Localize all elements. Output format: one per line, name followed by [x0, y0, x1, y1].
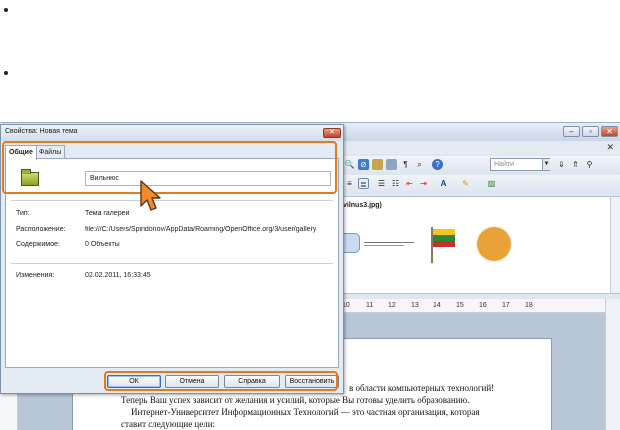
- close-window-button[interactable]: ✕: [601, 126, 618, 137]
- document-line: ставит следующие цели:: [121, 419, 216, 429]
- location-value: file:///C:/Users/Spiridonov/AppData/Roam…: [85, 226, 317, 233]
- find-input[interactable]: Найти: [490, 158, 550, 171]
- modified-label: Изменения:: [16, 272, 55, 279]
- highlight-frame: [2, 141, 337, 194]
- chevron-down-icon[interactable]: ▼: [542, 159, 550, 170]
- gallery-file-name: vilnus3.jpg): [343, 202, 382, 209]
- ruler-tick: 18: [525, 302, 533, 309]
- standard-toolbar: 🔍 ⊘ ¶ ⌕ ? Найти ▼ ⇓ ⇑ ⚲: [340, 156, 620, 174]
- divider: [11, 200, 333, 201]
- highlighting-icon[interactable]: ✎: [460, 178, 471, 189]
- horizontal-ruler: 10 11 12 13 14 15 16 17 18: [340, 299, 605, 313]
- highlight-frame: [104, 371, 338, 391]
- find-previous-icon[interactable]: ⇑: [570, 159, 581, 170]
- ruler-tick: 12: [388, 302, 396, 309]
- maximize-button[interactable]: ▫: [582, 126, 599, 137]
- document-line: в области компьютерных технологий!: [349, 383, 495, 393]
- ruler-tick: 11: [366, 302, 374, 309]
- document-line: Теперь Ваш успех зависит от желания и ус…: [121, 395, 470, 405]
- formatting-toolbar: ≡ ≣ ☰ ☷ ⇤ ⇥ A ✎ ▨: [340, 175, 620, 193]
- find-replace-icon[interactable]: ⚲: [584, 159, 595, 170]
- bullets-icon[interactable]: ☷: [390, 178, 401, 189]
- ruler-tick: 16: [479, 302, 487, 309]
- background-color-icon[interactable]: ▨: [486, 178, 497, 189]
- align-justify-icon[interactable]: ≡: [344, 178, 355, 189]
- align-block-icon[interactable]: ≣: [358, 178, 369, 189]
- tab-general[interactable]: Общие: [5, 145, 37, 160]
- help-icon[interactable]: ?: [432, 159, 443, 170]
- type-value: Тема галереи: [85, 210, 130, 217]
- gallery-scrollbar[interactable]: [610, 197, 620, 293]
- dialog-title: Свойства: Новая тема: [5, 128, 78, 135]
- gallery-item-document[interactable]: [364, 237, 414, 251]
- decrease-indent-icon[interactable]: ⇤: [404, 178, 415, 189]
- dialog-titlebar: Свойства: Новая тема ✕: [1, 125, 343, 141]
- increase-indent-icon[interactable]: ⇥: [418, 178, 429, 189]
- close-document-icon[interactable]: ✕: [606, 142, 614, 153]
- minimize-button[interactable]: –: [563, 126, 580, 137]
- bullet-point: [4, 8, 8, 12]
- gallery-icon[interactable]: [372, 159, 383, 170]
- mouse-cursor-icon: [140, 180, 161, 211]
- gallery-item-flag[interactable]: [428, 227, 456, 263]
- contents-label: Содержимое:: [16, 241, 60, 248]
- zoom-icon[interactable]: ⌕: [414, 159, 425, 170]
- numbering-icon[interactable]: ☰: [376, 178, 387, 189]
- navigator-icon[interactable]: ⊘: [358, 159, 369, 170]
- bullet-point: [4, 71, 8, 75]
- find-next-icon[interactable]: ⇓: [556, 159, 567, 170]
- datasources-icon[interactable]: [386, 159, 397, 170]
- vertical-scrollbar[interactable]: [605, 299, 620, 430]
- ruler-tick: 14: [433, 302, 441, 309]
- type-label: Тип:: [16, 210, 30, 217]
- modified-value: 02.02.2011, 16:33:45: [85, 272, 151, 279]
- ruler-tick: 13: [411, 302, 419, 309]
- divider: [11, 263, 333, 264]
- font-color-icon[interactable]: A: [438, 178, 449, 189]
- formatting-marks-icon[interactable]: ¶: [400, 159, 411, 170]
- gallery-panel: vilnus3.jpg): [340, 196, 620, 294]
- ruler-tick: 17: [502, 302, 510, 309]
- dialog-close-button[interactable]: ✕: [323, 128, 341, 138]
- contents-value: 0 Объекты: [85, 241, 120, 248]
- document-line: Интернет-Университет Информационных Техн…: [131, 407, 480, 417]
- ruler-tick: 15: [456, 302, 464, 309]
- location-label: Расположение:: [16, 226, 66, 233]
- binoculars-icon[interactable]: 🔍: [344, 159, 355, 170]
- gallery-item-map[interactable]: [473, 223, 515, 265]
